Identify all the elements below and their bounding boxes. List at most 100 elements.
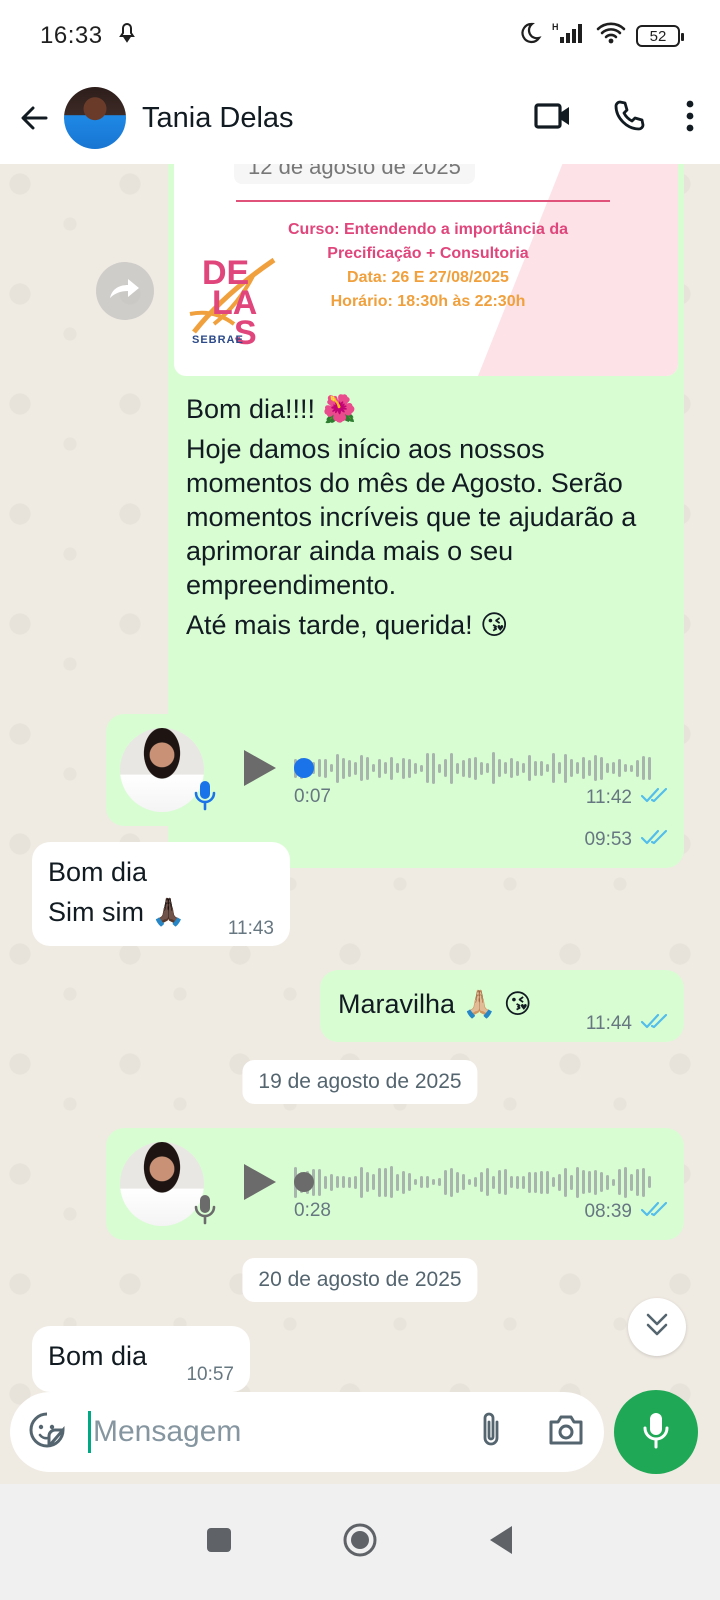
- waveform-bar: [414, 1179, 417, 1185]
- contact-avatar[interactable]: [64, 87, 126, 149]
- sender-avatar: [120, 1142, 216, 1226]
- waveform-bar: [486, 1168, 489, 1196]
- waveform-bar: [468, 758, 471, 778]
- waveform-bar: [624, 1166, 627, 1198]
- read-ticks-icon: [640, 1012, 670, 1036]
- message-meta: 08:39: [584, 1200, 670, 1224]
- waveform-bar: [534, 1171, 537, 1193]
- waveform-bar: [576, 762, 579, 774]
- chat-header: Tania Delas: [0, 72, 720, 164]
- play-icon: [242, 749, 278, 792]
- mic-icon: [194, 779, 216, 816]
- waveform-bar: [594, 1169, 597, 1195]
- status-time: 16:33: [40, 22, 103, 49]
- waveform-bar: [432, 1179, 435, 1185]
- waveform-bar: [504, 1169, 507, 1195]
- audio-waveform[interactable]: 0:07 11:42: [294, 730, 670, 810]
- waveform-bar: [366, 756, 369, 780]
- waveform-bar: [348, 759, 351, 777]
- message-time: 10:57: [186, 1364, 234, 1385]
- waveform-bar: [564, 753, 567, 783]
- outgoing-audio-message[interactable]: 0:28 08:39: [106, 1128, 684, 1240]
- audio-waveform[interactable]: 0:28 08:39: [294, 1144, 670, 1224]
- message-text: Maravilha 🙏🏼 😘: [338, 989, 532, 1019]
- waveform-bar: [642, 1167, 645, 1197]
- waveform-bar: [474, 756, 477, 780]
- notification-icon: [118, 21, 135, 52]
- double-chevron-down-icon: [645, 1312, 669, 1343]
- waveform-bar: [450, 1167, 453, 1197]
- forward-button[interactable]: [96, 262, 154, 320]
- waveform-bar: [552, 1177, 555, 1187]
- waveform-bar: [384, 762, 387, 774]
- waveform-bar: [516, 760, 519, 776]
- flyer-course-info: Curso: Entendendo a importância da Preci…: [248, 218, 608, 314]
- incoming-message[interactable]: Bom dia 10:57: [32, 1326, 250, 1392]
- recent-apps-button[interactable]: [206, 1527, 232, 1558]
- waveform-bar: [354, 761, 357, 775]
- waveform-bar: [468, 1179, 471, 1185]
- waveform-bar: [462, 1174, 465, 1190]
- message-time: 09:53: [584, 829, 632, 850]
- battery-icon: 52: [636, 25, 684, 47]
- read-ticks-icon: [640, 786, 670, 810]
- video-call-button[interactable]: [534, 101, 572, 136]
- waveform-bar: [588, 760, 591, 776]
- back-nav-button[interactable]: [488, 1525, 514, 1560]
- message-closing: Até mais tarde, querida! 😘: [186, 610, 509, 640]
- back-button[interactable]: [14, 98, 54, 138]
- message-time: 11:42: [585, 787, 632, 808]
- message-input[interactable]: [88, 1411, 479, 1453]
- audio-progress-handle[interactable]: [294, 758, 314, 778]
- waveform-bar: [336, 1176, 339, 1188]
- waveform-bar: [546, 1170, 549, 1194]
- voice-record-button[interactable]: [614, 1390, 698, 1474]
- waveform-bar: [444, 1169, 447, 1195]
- waveform-bar: [396, 763, 399, 773]
- audio-progress-handle[interactable]: [294, 1172, 314, 1192]
- waveform-bar: [390, 756, 393, 780]
- message-body: Hoje damos início aos nossos momentos do…: [186, 434, 637, 600]
- waveform-bar: [648, 756, 651, 780]
- menu-button[interactable]: [686, 100, 694, 137]
- waveform-bar: [636, 759, 639, 777]
- date-separator: 20 de agosto de 2025: [242, 1258, 478, 1302]
- message-meta: 09:53: [584, 828, 670, 852]
- status-bar: 16:33 H 52: [0, 0, 720, 72]
- camera-icon[interactable]: [547, 1413, 585, 1452]
- home-button[interactable]: [342, 1522, 378, 1563]
- chat-area[interactable]: 12 de agosto de 2025 Curso: Entendendo a…: [0, 164, 720, 1514]
- waveform-bar: [318, 759, 321, 777]
- waveform-bar: [510, 1176, 513, 1188]
- message-greeting: Bom dia!!!! 🌺: [186, 394, 357, 424]
- waveform-bar: [402, 1170, 405, 1194]
- system-nav-bar: [0, 1484, 720, 1600]
- scroll-down-button[interactable]: [628, 1298, 686, 1356]
- waveform-bar: [378, 758, 381, 778]
- waveform-bar: [444, 759, 447, 777]
- outgoing-message[interactable]: Maravilha 🙏🏼 😘 11:44: [320, 970, 684, 1042]
- message-line1: Bom dia: [48, 857, 148, 887]
- waveform-bar: [606, 763, 609, 773]
- play-button[interactable]: [242, 748, 278, 793]
- sticker-icon[interactable]: [28, 1411, 66, 1454]
- message-meta: 11:44: [586, 1012, 670, 1036]
- play-button[interactable]: [242, 1162, 278, 1207]
- contact-name[interactable]: Tania Delas: [142, 102, 294, 135]
- waveform-bar: [588, 1171, 591, 1193]
- waveform-bar: [480, 761, 483, 775]
- play-icon: [242, 1163, 278, 1206]
- waveform-bar: [492, 1175, 495, 1189]
- waveform-bar: [342, 1176, 345, 1188]
- logo-sebrae: SEBRAE: [192, 334, 244, 346]
- incoming-message[interactable]: Bom dia Sim sim 🙏🏿 11:43: [32, 842, 290, 946]
- waveform-bar: [624, 764, 627, 772]
- outgoing-audio-message[interactable]: 0:07 11:42: [106, 714, 684, 826]
- waveform-bar: [318, 1168, 321, 1196]
- flyer-hour: Horário: 18:30h às 22:30h: [330, 293, 526, 310]
- flyer-image[interactable]: 12 de agosto de 2025 Curso: Entendendo a…: [174, 164, 678, 376]
- audio-duration: 0:07: [294, 786, 331, 807]
- waveform-bar: [408, 1173, 411, 1191]
- attachment-icon[interactable]: [479, 1410, 503, 1455]
- voice-call-button[interactable]: [612, 99, 646, 138]
